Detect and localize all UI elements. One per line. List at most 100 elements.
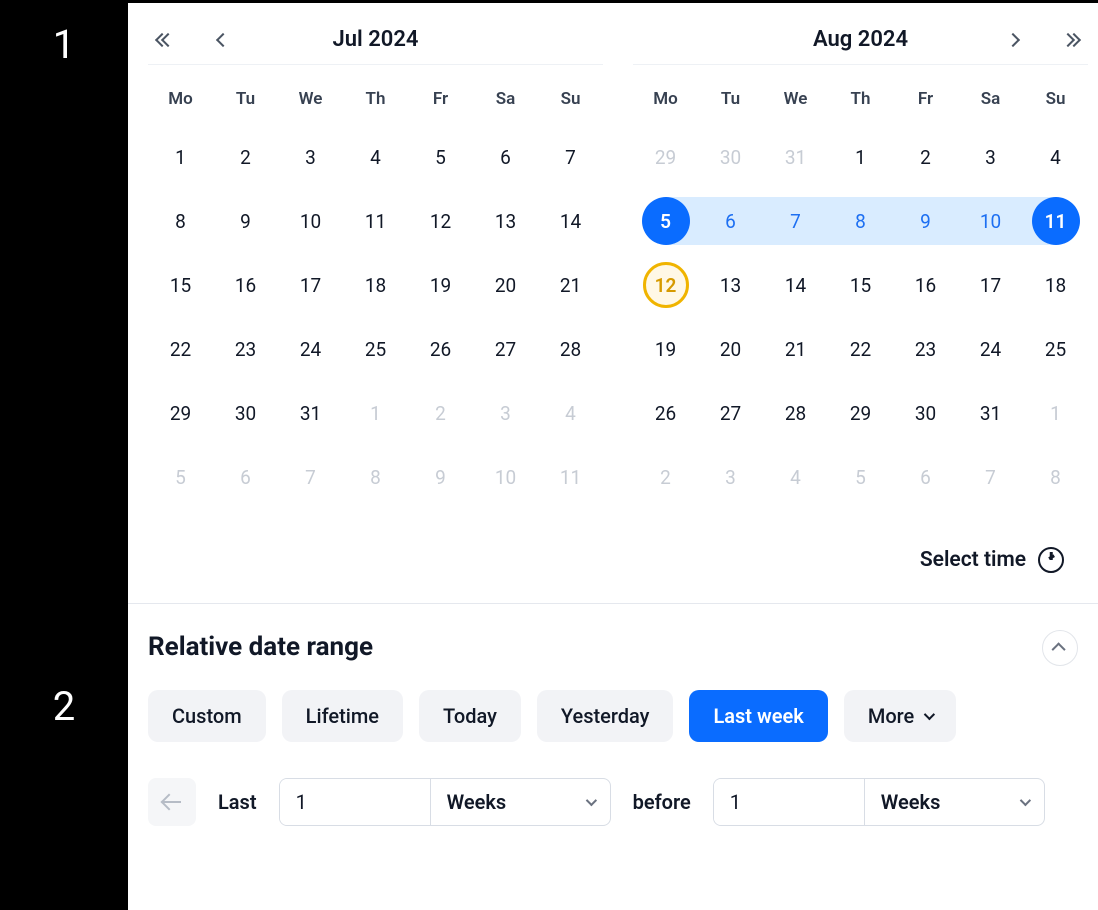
calendar-day[interactable]: 24 bbox=[278, 317, 343, 381]
calendar-day[interactable]: 10 bbox=[473, 445, 538, 509]
calendar-day[interactable]: 10 bbox=[278, 189, 343, 253]
calendar-day[interactable]: 27 bbox=[473, 317, 538, 381]
calendar-day[interactable]: 4 bbox=[763, 445, 828, 509]
before-unit-select[interactable]: Weeks bbox=[864, 779, 1044, 825]
calendar-day[interactable]: 9 bbox=[893, 189, 958, 253]
calendar-day[interactable]: 25 bbox=[1023, 317, 1088, 381]
calendar-day[interactable]: 2 bbox=[213, 125, 278, 189]
chip-lifetime[interactable]: Lifetime bbox=[282, 690, 403, 742]
calendar-day[interactable]: 29 bbox=[148, 381, 213, 445]
calendar-day[interactable]: 22 bbox=[828, 317, 893, 381]
calendar-day[interactable]: 1 bbox=[148, 125, 213, 189]
calendar-day[interactable]: 2 bbox=[893, 125, 958, 189]
calendar-day[interactable]: 14 bbox=[538, 189, 603, 253]
calendar-day[interactable]: 21 bbox=[763, 317, 828, 381]
calendar-day[interactable]: 5 bbox=[828, 445, 893, 509]
prev-year-button[interactable] bbox=[148, 23, 182, 57]
calendar-day[interactable]: 2 bbox=[408, 381, 473, 445]
calendar-day[interactable]: 23 bbox=[213, 317, 278, 381]
calendar-day[interactable]: 26 bbox=[408, 317, 473, 381]
calendar-day[interactable]: 22 bbox=[148, 317, 213, 381]
calendar-day[interactable]: 5 bbox=[148, 445, 213, 509]
calendar-day[interactable]: 11 bbox=[538, 445, 603, 509]
chip-more[interactable]: More bbox=[844, 690, 956, 742]
calendar-day[interactable]: 6 bbox=[473, 125, 538, 189]
calendar-day[interactable]: 9 bbox=[213, 189, 278, 253]
next-year-button[interactable] bbox=[1054, 23, 1088, 57]
calendar-day[interactable]: 4 bbox=[1023, 125, 1088, 189]
calendar-day[interactable]: 1 bbox=[1023, 381, 1088, 445]
calendar-day[interactable]: 4 bbox=[343, 125, 408, 189]
before-value-input[interactable] bbox=[714, 779, 864, 825]
calendar-day[interactable]: 8 bbox=[1023, 445, 1088, 509]
calendar-day[interactable]: 3 bbox=[278, 125, 343, 189]
calendar-day[interactable]: 13 bbox=[473, 189, 538, 253]
calendar-day[interactable]: 16 bbox=[213, 253, 278, 317]
calendar-day[interactable]: 8 bbox=[148, 189, 213, 253]
calendar-day[interactable]: 29 bbox=[633, 125, 698, 189]
calendar-day[interactable]: 7 bbox=[763, 189, 828, 253]
calendar-day[interactable]: 15 bbox=[148, 253, 213, 317]
calendar-day[interactable]: 6 bbox=[213, 445, 278, 509]
calendar-day[interactable]: 1 bbox=[343, 381, 408, 445]
calendar-day[interactable]: 13 bbox=[698, 253, 763, 317]
next-month-button[interactable] bbox=[996, 23, 1030, 57]
calendar-day[interactable]: 5 bbox=[408, 125, 473, 189]
chip-last-week[interactable]: Last week bbox=[689, 690, 827, 742]
calendar-day[interactable]: 11 bbox=[1023, 189, 1088, 253]
calendar-day[interactable]: 19 bbox=[633, 317, 698, 381]
chip-custom[interactable]: Custom bbox=[148, 690, 266, 742]
calendar-day[interactable]: 3 bbox=[698, 445, 763, 509]
calendar-day[interactable]: 9 bbox=[408, 445, 473, 509]
calendar-day[interactable]: 23 bbox=[893, 317, 958, 381]
back-button[interactable] bbox=[148, 778, 196, 826]
calendar-day[interactable]: 24 bbox=[958, 317, 1023, 381]
calendar-day[interactable]: 12 bbox=[408, 189, 473, 253]
calendar-day[interactable]: 12 bbox=[633, 253, 698, 317]
calendar-day[interactable]: 28 bbox=[538, 317, 603, 381]
calendar-day[interactable]: 3 bbox=[958, 125, 1023, 189]
calendar-day[interactable]: 7 bbox=[278, 445, 343, 509]
calendar-day[interactable]: 31 bbox=[763, 125, 828, 189]
calendar-day[interactable]: 30 bbox=[893, 381, 958, 445]
last-value-input[interactable] bbox=[280, 779, 430, 825]
calendar-day[interactable]: 8 bbox=[343, 445, 408, 509]
calendar-day[interactable]: 18 bbox=[1023, 253, 1088, 317]
chip-yesterday[interactable]: Yesterday bbox=[537, 690, 674, 742]
calendar-day[interactable]: 1 bbox=[828, 125, 893, 189]
calendar-day[interactable]: 31 bbox=[958, 381, 1023, 445]
calendar-day[interactable]: 26 bbox=[633, 381, 698, 445]
select-time-button[interactable]: Select time bbox=[128, 529, 1098, 603]
calendar-day[interactable]: 19 bbox=[408, 253, 473, 317]
last-unit-select[interactable]: Weeks bbox=[430, 779, 610, 825]
calendar-day[interactable]: 4 bbox=[538, 381, 603, 445]
calendar-day[interactable]: 18 bbox=[343, 253, 408, 317]
calendar-day[interactable]: 20 bbox=[698, 317, 763, 381]
calendar-day[interactable]: 17 bbox=[958, 253, 1023, 317]
calendar-day[interactable]: 6 bbox=[698, 189, 763, 253]
calendar-day[interactable]: 3 bbox=[473, 381, 538, 445]
calendar-day[interactable]: 11 bbox=[343, 189, 408, 253]
chip-today[interactable]: Today bbox=[419, 690, 521, 742]
calendar-day[interactable]: 27 bbox=[698, 381, 763, 445]
calendar-day[interactable]: 31 bbox=[278, 381, 343, 445]
calendar-day[interactable]: 20 bbox=[473, 253, 538, 317]
calendar-day[interactable]: 8 bbox=[828, 189, 893, 253]
collapse-button[interactable] bbox=[1042, 630, 1078, 666]
calendar-day[interactable]: 30 bbox=[698, 125, 763, 189]
calendar-day[interactable]: 15 bbox=[828, 253, 893, 317]
calendar-day[interactable]: 25 bbox=[343, 317, 408, 381]
calendar-day[interactable]: 16 bbox=[893, 253, 958, 317]
calendar-day[interactable]: 28 bbox=[763, 381, 828, 445]
calendar-day[interactable]: 7 bbox=[538, 125, 603, 189]
prev-month-button[interactable] bbox=[206, 23, 240, 57]
calendar-day[interactable]: 5 bbox=[633, 189, 698, 253]
calendar-day[interactable]: 30 bbox=[213, 381, 278, 445]
calendar-day[interactable]: 7 bbox=[958, 445, 1023, 509]
calendar-day[interactable]: 2 bbox=[633, 445, 698, 509]
calendar-day[interactable]: 14 bbox=[763, 253, 828, 317]
calendar-day[interactable]: 10 bbox=[958, 189, 1023, 253]
calendar-day[interactable]: 17 bbox=[278, 253, 343, 317]
calendar-day[interactable]: 29 bbox=[828, 381, 893, 445]
calendar-day[interactable]: 6 bbox=[893, 445, 958, 509]
